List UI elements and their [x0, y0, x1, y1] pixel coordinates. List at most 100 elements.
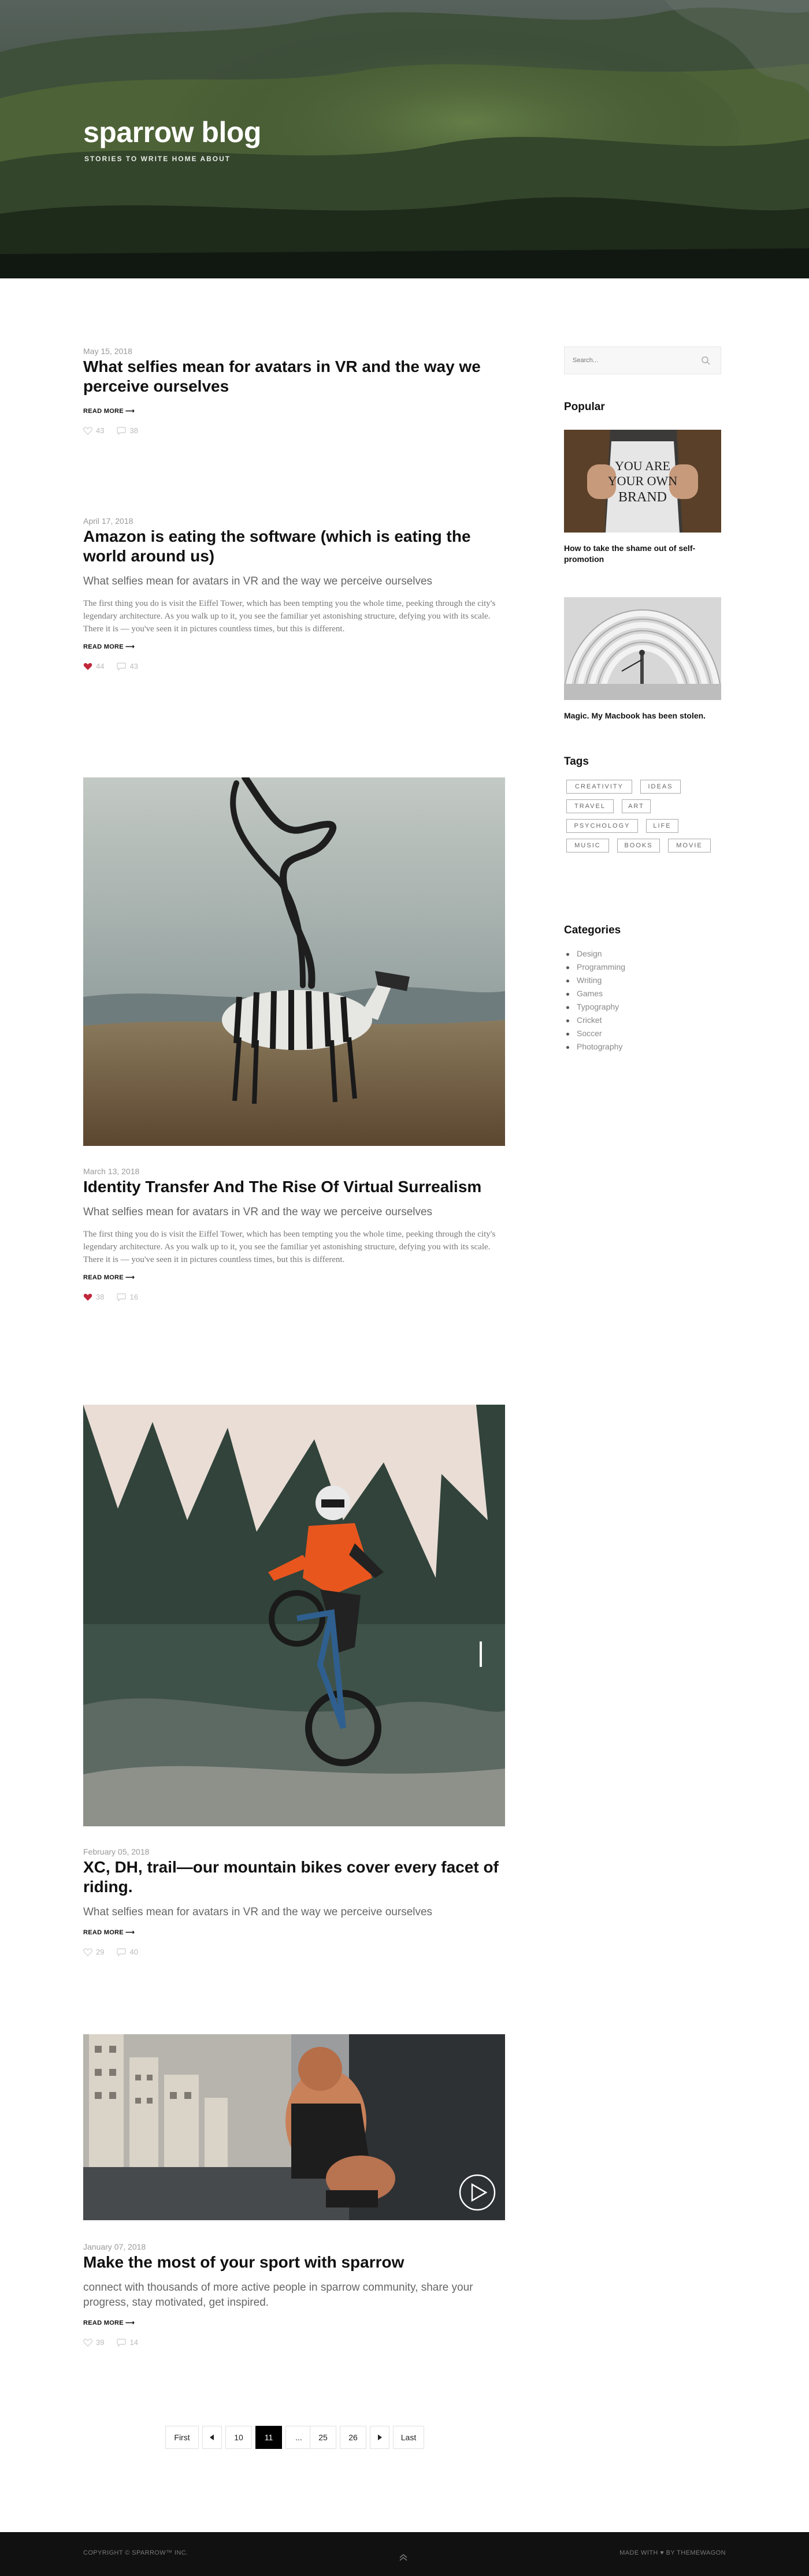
comment-count: 14: [129, 2338, 138, 2347]
like-button[interactable]: 44: [83, 662, 104, 671]
post-card: May 15, 2018 What selfies mean for avata…: [83, 347, 505, 435]
arrow-right-icon: ⟶: [125, 643, 135, 650]
tags-title: Tags: [564, 755, 589, 768]
read-more-link[interactable]: READ MORE ⟶: [83, 643, 135, 650]
page-first-button[interactable]: First: [165, 2426, 199, 2449]
mountain-bike-rider-image: [83, 1405, 505, 1826]
post-date: May 15, 2018: [83, 347, 132, 356]
page-number[interactable]: 26: [340, 2426, 366, 2449]
post-date: February 05, 2018: [83, 1847, 150, 1856]
tag-ideas[interactable]: IDEAS: [640, 780, 681, 794]
white-arches-image: [564, 597, 721, 700]
heart-filled-icon: [83, 662, 92, 670]
post-excerpt: The first thing you do is visit the Eiff…: [83, 599, 496, 634]
shirt-line-2: YOUR OWN: [608, 474, 677, 488]
site-tagline: STORIES TO WRITE HOME ABOUT: [84, 155, 231, 163]
read-more-link[interactable]: READ MORE ⟶: [83, 1274, 135, 1281]
comment-button[interactable]: 40: [117, 1948, 138, 1956]
category-typography[interactable]: Typography: [564, 1000, 721, 1014]
popular-image-arches[interactable]: [564, 597, 721, 700]
tag-psychology[interactable]: PSYCHOLOGY: [566, 819, 638, 833]
page-number-active[interactable]: 11: [255, 2426, 282, 2449]
site-logo[interactable]: sparrow blog: [83, 116, 261, 149]
read-more-link[interactable]: READ MORE ⟶: [83, 1929, 135, 1936]
page-next-button[interactable]: [370, 2426, 389, 2449]
heart-filled-icon: [83, 1293, 92, 1301]
post-title[interactable]: Make the most of your sport with sparrow: [83, 2253, 505, 2272]
comment-icon: [117, 1948, 127, 1956]
comment-icon: [117, 426, 127, 435]
like-count: 43: [96, 426, 105, 435]
tag-creativity[interactable]: CREATIVITY: [566, 780, 632, 794]
search-input[interactable]: [565, 347, 692, 374]
like-button[interactable]: 43: [83, 426, 104, 435]
heart-outline-icon: [83, 426, 92, 435]
comment-icon: [117, 2338, 127, 2347]
like-button[interactable]: 39: [83, 2338, 104, 2347]
arrow-right-icon: ⟶: [125, 2320, 135, 2326]
like-button[interactable]: 29: [83, 1948, 104, 1956]
like-count: 29: [96, 1948, 105, 1956]
category-programming[interactable]: Programming: [564, 961, 721, 974]
popular-post-title[interactable]: How to take the shame out of self-promot…: [564, 543, 721, 565]
comment-button[interactable]: 43: [117, 662, 138, 671]
tag-music[interactable]: MUSIC: [566, 839, 609, 853]
page-prev-button[interactable]: [202, 2426, 222, 2449]
post-title[interactable]: XC, DH, trail—our mountain bikes cover e…: [83, 1857, 505, 1897]
page-number[interactable]: 10: [225, 2426, 252, 2449]
heart-outline-icon: [83, 1948, 92, 1956]
read-more-link[interactable]: READ MORE ⟶: [83, 407, 135, 415]
scroll-top-icon[interactable]: [398, 2553, 409, 2561]
post-subtitle: What selfies mean for avatars in VR and …: [83, 575, 433, 587]
tag-movie[interactable]: MOVIE: [668, 839, 711, 853]
post-card: April 17, 2018 Amazon is eating the soft…: [83, 516, 505, 671]
caret-right-icon: [378, 2434, 382, 2440]
hero-banner: sparrow blog STORIES TO WRITE HOME ABOUT: [0, 0, 809, 278]
category-writing[interactable]: Writing: [564, 974, 721, 987]
post-excerpt: The first thing you do is visit the Eiff…: [83, 1230, 496, 1264]
tag-travel[interactable]: TRAVEL: [566, 799, 614, 813]
arrow-right-icon: ⟶: [125, 408, 135, 415]
post-title[interactable]: What selfies mean for avatars in VR and …: [83, 357, 505, 396]
brand-tshirt-image: YOU ARE YOUR OWN BRAND: [564, 430, 721, 533]
comment-icon: [117, 662, 127, 671]
post-meta: 38 16: [83, 1293, 505, 1301]
post-image-mountain-bike[interactable]: [83, 1405, 505, 1826]
search-box: [564, 347, 721, 374]
tag-life[interactable]: LIFE: [646, 819, 678, 833]
page-last-button[interactable]: Last: [393, 2426, 424, 2449]
category-games[interactable]: Games: [564, 987, 721, 1000]
post-subtitle: connect with thousands of more active pe…: [83, 2281, 473, 2309]
comment-count: 38: [129, 426, 138, 435]
popular-title: Popular: [564, 401, 605, 413]
post-subtitle: What selfies mean for avatars in VR and …: [83, 1206, 433, 1218]
comment-count: 16: [129, 1293, 138, 1301]
comment-button[interactable]: 16: [117, 1293, 138, 1301]
like-count: 44: [96, 662, 105, 671]
search-icon[interactable]: [702, 356, 710, 365]
category-design[interactable]: Design: [564, 947, 721, 961]
like-button[interactable]: 38: [83, 1293, 104, 1301]
comment-count: 40: [129, 1948, 138, 1956]
post-title[interactable]: Identity Transfer And The Rise Of Virtua…: [83, 1177, 505, 1197]
post-meta: 39 14: [83, 2338, 505, 2347]
comment-icon: [117, 1293, 127, 1301]
comment-button[interactable]: 14: [117, 2338, 138, 2347]
popular-image-brand-shirt[interactable]: YOU ARE YOUR OWN BRAND: [564, 430, 721, 533]
post-meta: 44 43: [83, 662, 505, 671]
categories-title: Categories: [564, 924, 621, 936]
tag-art[interactable]: ART: [622, 799, 651, 813]
footer-credit[interactable]: MADE WITH ♥ BY THEMEWAGON: [619, 2549, 726, 2556]
page-number[interactable]: 25: [310, 2426, 336, 2449]
comment-button[interactable]: 38: [117, 426, 138, 435]
category-soccer[interactable]: Soccer: [564, 1027, 721, 1040]
post-image-zebra[interactable]: [83, 777, 505, 1146]
category-photography[interactable]: Photography: [564, 1040, 721, 1054]
tag-books[interactable]: BOOKS: [617, 839, 660, 853]
caret-left-icon: [210, 2434, 214, 2440]
category-cricket[interactable]: Cricket: [564, 1014, 721, 1027]
read-more-link[interactable]: READ MORE ⟶: [83, 2319, 135, 2326]
popular-post-title[interactable]: Magic. My Macbook has been stolen.: [564, 710, 721, 721]
post-image-sport-video[interactable]: [83, 2034, 505, 2220]
post-title[interactable]: Amazon is eating the software (which is …: [83, 527, 505, 566]
